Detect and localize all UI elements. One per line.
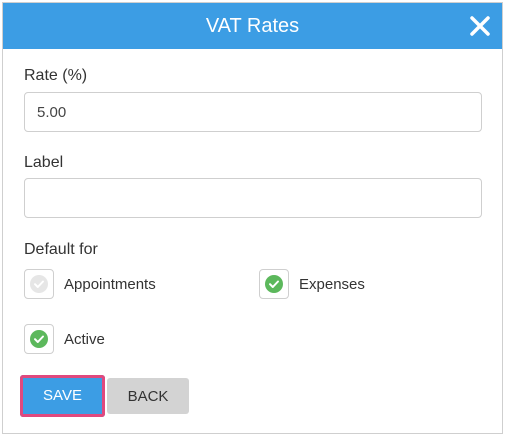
dialog-header: VAT Rates <box>3 3 502 49</box>
appointments-checkbox[interactable]: Appointments <box>24 269 156 299</box>
expenses-check-box[interactable] <box>259 269 289 299</box>
rate-label: Rate (%) <box>24 67 88 84</box>
expenses-checkbox[interactable]: Expenses <box>259 269 365 299</box>
check-on-icon <box>265 275 283 293</box>
active-check-box[interactable] <box>24 324 54 354</box>
close-icon[interactable] <box>468 14 492 38</box>
dialog-title: VAT Rates <box>205 15 300 37</box>
save-button[interactable]: SAVE <box>20 375 105 417</box>
vat-rates-dialog: VAT Rates Rate (%) Label Default for App… <box>2 2 503 434</box>
rate-input[interactable] <box>24 92 482 132</box>
check-off-icon <box>30 275 48 293</box>
appointments-check-box[interactable] <box>24 269 54 299</box>
label-input[interactable] <box>24 178 482 218</box>
save-button-label: SAVE <box>23 378 102 414</box>
check-on-icon <box>30 330 48 348</box>
appointments-label: Appointments <box>64 275 156 293</box>
active-label: Active <box>64 330 105 348</box>
expenses-label: Expenses <box>299 275 365 293</box>
label-field-label: Label <box>24 154 64 171</box>
active-checkbox[interactable]: Active <box>24 324 105 354</box>
default-for-label: Default for <box>24 241 98 258</box>
back-button[interactable]: BACK <box>107 378 189 414</box>
